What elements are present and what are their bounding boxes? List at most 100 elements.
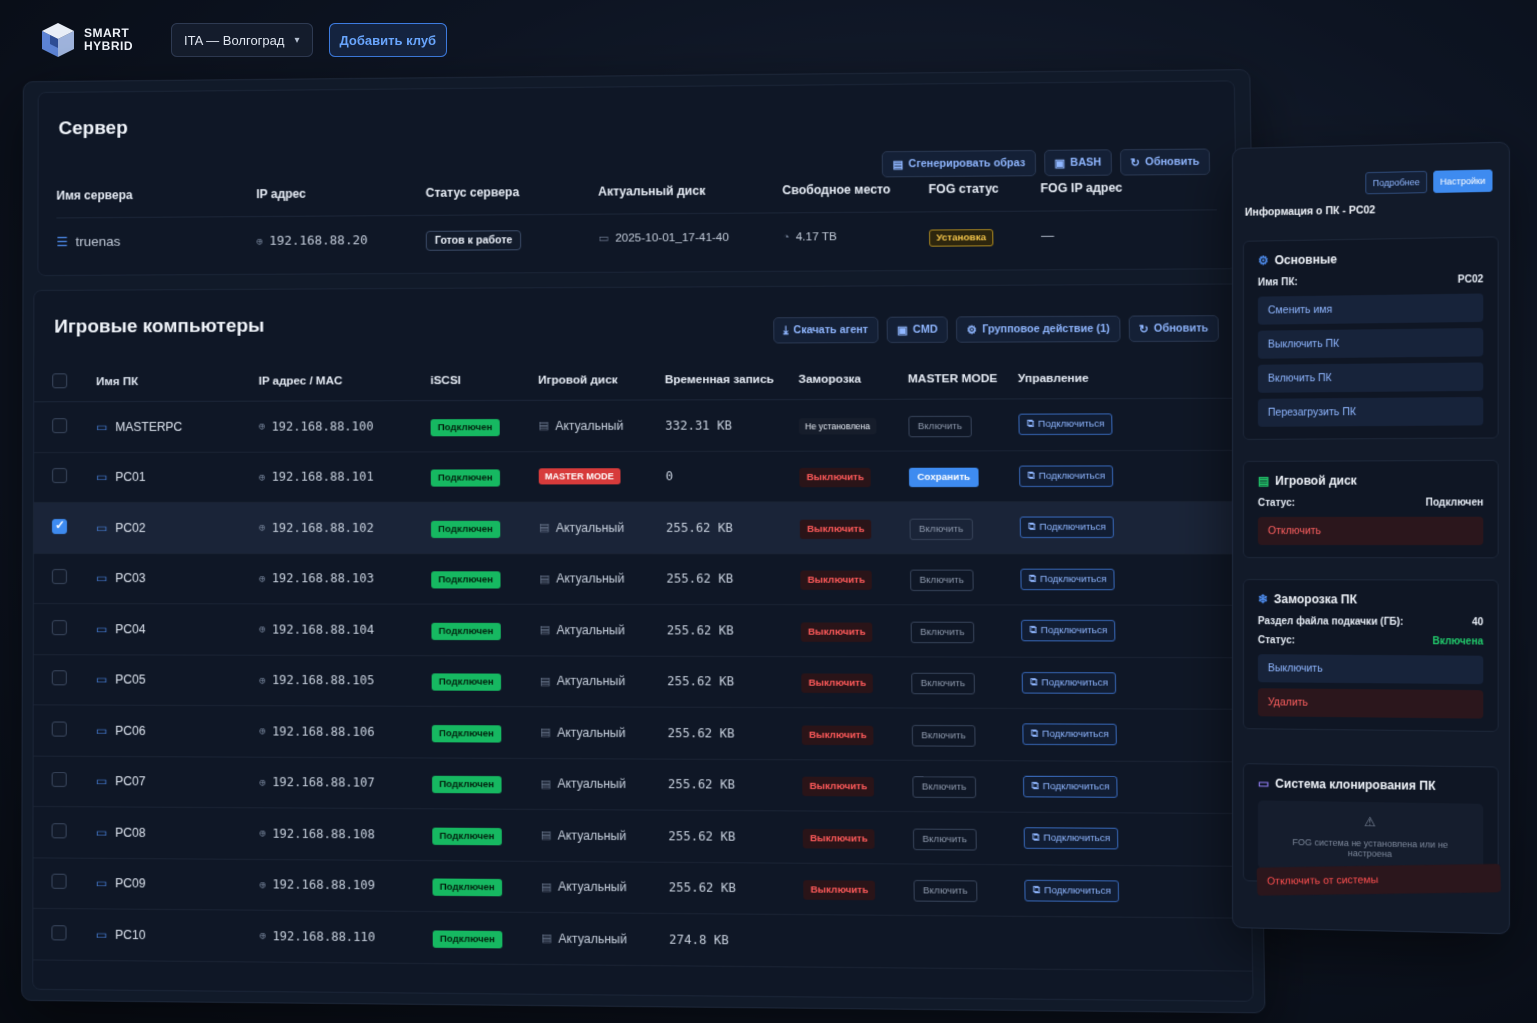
pcs-refresh-button[interactable]: ↻ Обновить [1128,315,1219,343]
shutdown-button[interactable]: Выключить ПК [1257,327,1484,359]
globe-icon: ⊕ [259,622,266,636]
col-iscsi: iSCSI [430,374,461,387]
freeze-off-button[interactable]: Выключить [803,880,876,901]
table-row[interactable]: ▭ PC10 ⊕ 192.168.88.110 Подключен ▤ Актуаль… [33,908,1253,972]
master-enable-button[interactable]: Включить [910,621,974,643]
control-cell: ⧉ Подключиться [1023,827,1182,850]
table-row[interactable]: ▭ PC08 ⊕ 192.168.88.108 Подключен ▤ Актуаль… [33,806,1251,867]
remote-icon: ⧉ [1028,573,1036,585]
row-checkbox[interactable] [52,468,68,484]
tab-more[interactable]: Подробнее [1365,170,1427,195]
table-row[interactable]: ▭ MASTERPC ⊕ 192.168.88.100 Подключен ▤ Акт… [34,398,1244,453]
server-row[interactable]: ☰ truenas ⊕ 192.168.88.20 Готов к работе … [56,209,1218,258]
freeze-delete-button[interactable]: Удалить [1257,688,1484,719]
iscsi-cell: Подключен [430,469,539,487]
remote-icon: ⧉ [1031,780,1039,793]
iscsi-cell: Подключен [431,622,539,640]
freeze-off-button[interactable]: Выключить [801,673,874,694]
row-checkbox[interactable] [51,518,68,534]
add-club-button[interactable]: Добавить клуб [328,23,448,57]
globe-icon: ⊕ [259,929,267,943]
swap-row: Раздел файла подкачки (ГБ): 40 [1258,616,1483,628]
table-row[interactable]: ▭ PC05 ⊕ 192.168.88.105 Подключен ▤ Актуаль… [33,654,1248,710]
pcs-table-header: Имя ПК IP адрес / MAC iSCSI Игровой диск… [34,357,1243,403]
select-all-cell [34,372,96,391]
row-checkbox[interactable] [51,619,67,635]
generate-image-button[interactable]: ▤ Сгенерировать образ [882,149,1036,178]
connect-button[interactable]: ⧉ Подключиться [1023,827,1119,850]
master-enable-button[interactable]: Включить [909,518,973,540]
row-checkbox[interactable] [51,822,67,839]
connect-button[interactable]: ⧉ Подключиться [1019,516,1115,539]
download-agent-button[interactable]: ⤓ Скачать агент [772,316,879,344]
master-enable-button[interactable]: Включить [910,569,974,592]
freeze-off-button[interactable]: Выключить [1257,654,1484,685]
connect-button[interactable]: ⧉ Подключиться [1022,775,1119,798]
server-table-header: Имя сервера IP адрес Статус сервера Акту… [56,175,1216,208]
freeze-off-button[interactable]: Выключить [800,622,873,642]
club-selector[interactable]: ITA — Волгоград ▾ [171,23,313,57]
bash-label: BASH [1070,156,1102,169]
row-checkbox[interactable] [51,721,67,737]
freeze-off-button[interactable]: Выключить [801,725,875,746]
table-row[interactable]: ▭ PC04 ⊕ 192.168.88.104 Подключен ▤ Актуаль… [33,604,1248,658]
master-mode-cell [914,941,1025,942]
disk-disconnect-button[interactable]: Отключить [1257,516,1484,546]
row-checkbox[interactable] [52,417,68,433]
pc-ip: 192.168.88.109 [272,877,376,893]
connect-button[interactable]: ⧉ Подключиться [1019,465,1114,487]
table-row[interactable]: ▭ PC06 ⊕ 192.168.88.106 Подключен ▤ Актуаль… [33,705,1249,762]
master-enable-button[interactable]: Включить [908,415,972,438]
master-enable-button[interactable]: Включить [912,776,976,799]
table-row[interactable]: ▭ PC07 ⊕ 192.168.88.107 Подключен ▤ Актуаль… [33,756,1250,815]
iscsi-badge: Подключен [432,930,503,949]
master-enable-button[interactable]: Включить [913,880,978,903]
master-save-button[interactable]: Сохранить [908,467,979,488]
row-checkbox[interactable] [51,924,67,941]
globe-icon: ⊕ [259,826,267,840]
master-enable-button[interactable]: Включить [911,672,975,695]
iscsi-badge: Подключен [432,827,502,846]
freeze-off-button[interactable]: Выключить [799,468,872,488]
power-on-button[interactable]: Включить ПК [1257,362,1484,393]
connect-button[interactable]: ⧉ Подключиться [1020,620,1116,642]
freeze-off-button[interactable]: Выключить [802,828,876,849]
pc-name: PC01 [115,470,146,485]
freeze-off-button[interactable]: Выключить [799,519,872,539]
detach-from-system-button[interactable]: Отключить от системы [1256,863,1502,896]
freeze-off-button[interactable]: Выключить [802,776,875,797]
temp-write-cell: 255.62 KB [667,674,735,689]
game-disk-value: Актуальный [557,879,627,895]
basic-heading: ⚙ Основные [1258,250,1483,267]
master-enable-button[interactable]: Включить [911,724,976,747]
rename-button[interactable]: Сменить имя [1257,293,1484,325]
info-tabs: Подробнее Настройки [1365,169,1493,195]
table-row[interactable]: ▭ PC03 ⊕ 192.168.88.103 Подключен ▤ Актуаль… [33,553,1247,606]
connect-button[interactable]: ⧉ Подключиться [1018,413,1113,436]
row-checkbox[interactable] [51,873,67,890]
connect-label: Подключиться [1040,573,1107,585]
connect-button[interactable]: ⧉ Подключиться [1022,723,1118,746]
group-action-button[interactable]: ⚙ Групповое действие (1) [956,315,1121,343]
disk-status-value: Подключен [1425,497,1484,509]
tab-settings[interactable]: Настройки [1433,169,1493,193]
freeze-off-button[interactable]: Выключить [800,570,873,591]
chevron-down-icon: ▾ [294,34,300,46]
cmd-button[interactable]: ▣ CMD [886,316,949,344]
select-all-checkbox[interactable] [52,372,68,388]
server-refresh-button[interactable]: ↻ Обновить [1119,148,1211,176]
table-row[interactable]: ▭ PC01 ⊕ 192.168.88.101 Подключен MASTER M… [34,450,1245,504]
row-checkbox[interactable] [51,670,67,686]
table-row[interactable]: ▭ PC02 ⊕ 192.168.88.102 Подключен ▤ Актуаль… [33,502,1246,554]
connect-button[interactable]: ⧉ Подключиться [1021,671,1117,694]
temp-write-cell: 255.62 KB [665,520,733,535]
connect-button[interactable]: ⧉ Подключиться [1024,879,1120,902]
reboot-button[interactable]: Перезагрузить ПК [1257,396,1484,427]
row-checkbox[interactable] [51,569,67,585]
connect-button[interactable]: ⧉ Подключиться [1020,568,1116,590]
pc-name: PC05 [115,672,146,687]
row-checkbox[interactable] [51,772,67,788]
bash-button[interactable]: ▣ BASH [1043,149,1112,177]
master-enable-button[interactable]: Включить [912,828,977,851]
fog-ip-cell: — [1040,228,1055,243]
